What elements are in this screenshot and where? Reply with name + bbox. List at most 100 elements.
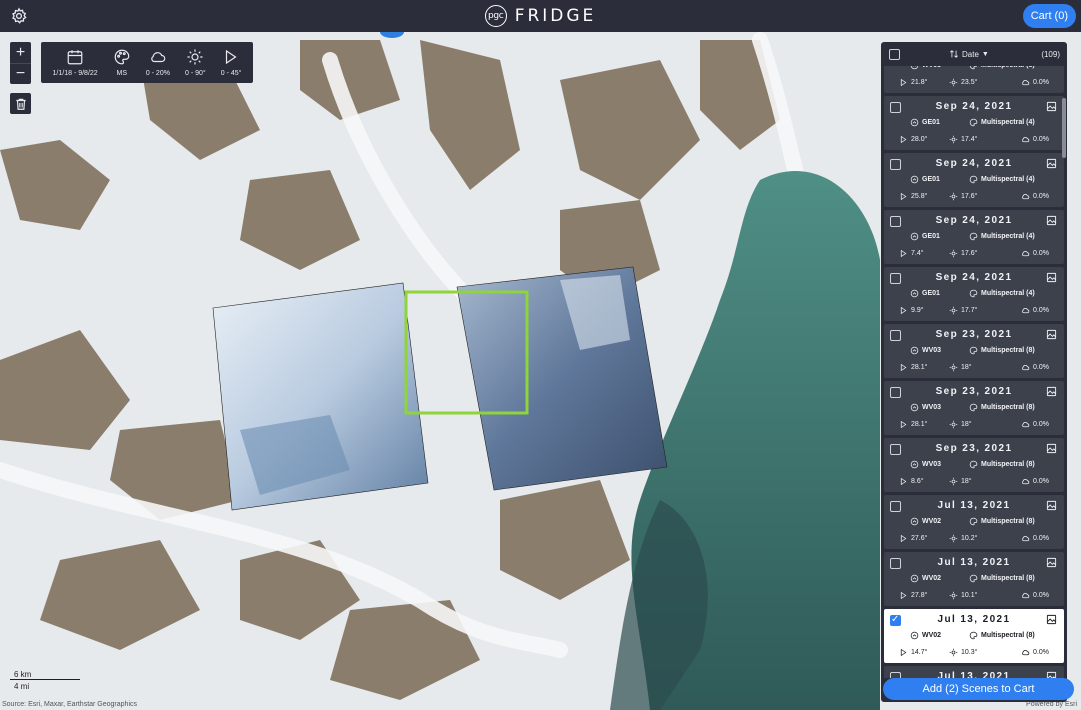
palette-icon	[969, 289, 978, 298]
image-preview-icon[interactable]	[1046, 557, 1057, 568]
result-cloud-cover: 0.0%	[1033, 478, 1049, 485]
result-satellite: GE01	[922, 233, 940, 240]
scale-bar: 6 km 4 mi	[10, 670, 82, 692]
off-nadir-icon	[900, 649, 907, 656]
image-preview-icon[interactable]	[1046, 500, 1057, 511]
result-bands: Multispectral (8)	[981, 66, 1035, 69]
image-preview-icon[interactable]	[1046, 329, 1057, 340]
result-off-nadir: 8.6°	[911, 478, 924, 485]
image-preview-icon[interactable]	[1046, 272, 1057, 283]
cloud-icon	[151, 52, 166, 63]
off-nadir-icon	[900, 592, 907, 599]
satellite-icon	[910, 403, 919, 412]
scale-km: 6 km	[14, 670, 32, 679]
cloud-icon	[1022, 251, 1030, 257]
sort-label: Date	[962, 49, 979, 59]
result-card[interactable]: ✓ Jul 13, 2021 WV02 Multispectral (8) 14.7° 1…	[884, 609, 1064, 663]
cloud-icon	[1022, 479, 1030, 485]
result-satellite: WV02	[922, 518, 942, 525]
attribution-source: Source: Esri, Maxar, Earthstar Geographi…	[2, 701, 137, 708]
result-sun-elevation: 10.2°	[961, 535, 978, 542]
image-preview-icon[interactable]	[1046, 671, 1057, 678]
result-count: (109)	[1041, 50, 1060, 59]
attribution-powered-by: Powered by Esri	[1026, 701, 1077, 708]
image-preview-icon[interactable]	[1046, 614, 1057, 625]
cloud-filter[interactable]: 0 - 20%	[146, 48, 170, 77]
sun-icon	[949, 192, 958, 201]
image-preview-icon[interactable]	[1046, 443, 1057, 454]
satellite-icon	[910, 517, 919, 526]
result-card[interactable]: Sep 24, 2021 GE01 Multispectral (4) 25.8° 17…	[884, 153, 1064, 207]
off-nadir-icon	[900, 250, 907, 257]
results-list[interactable]: WV03Multispectral (8)21.8°23.5°0.0% Sep 2…	[881, 66, 1067, 678]
result-card[interactable]: Sep 23, 2021 WV03 Multispectral (8) 28.1° 18…	[884, 324, 1064, 378]
date-filter[interactable]: 1/1/18 - 9/8/22	[53, 48, 98, 77]
pgc-logo: pgc	[484, 5, 507, 27]
satellite-icon	[910, 631, 919, 640]
result-sun-elevation: 18°	[961, 364, 972, 371]
zoom-in-button[interactable]: +	[10, 42, 31, 63]
result-card[interactable]: Jul 13, 2021	[884, 666, 1064, 678]
result-date: Sep 24, 2021	[935, 101, 1013, 112]
off-nadir-filter[interactable]: 0 - 45°	[220, 48, 242, 77]
palette-icon	[969, 175, 978, 184]
sun-filter[interactable]: 0 - 90°	[185, 48, 206, 77]
sun-icon	[949, 648, 958, 657]
satellite-icon	[910, 574, 919, 583]
satellite-icon	[910, 66, 919, 70]
result-bands: Multispectral (4)	[981, 119, 1035, 126]
sort-control[interactable]: Date ▼	[949, 49, 989, 59]
result-cloud-cover: 0.0%	[1033, 307, 1049, 314]
image-preview-icon[interactable]	[1046, 215, 1057, 226]
cart-button[interactable]: Cart (0)	[1022, 4, 1076, 28]
result-card[interactable]: WV03 Multispectral (8) 21.8° 23.5° 0.0%	[884, 66, 1064, 93]
result-card[interactable]: Sep 23, 2021 WV03 Multispectral (8) 28.1° 18…	[884, 381, 1064, 435]
result-off-nadir: 14.7°	[911, 649, 928, 656]
band-filter-label: MS	[116, 70, 128, 77]
result-sun-elevation: 17.6°	[961, 250, 978, 257]
result-card[interactable]: Sep 24, 2021 GE01 Multispectral (4) 9.9° 17.…	[884, 267, 1064, 321]
sun-filter-label: 0 - 90°	[185, 70, 206, 77]
result-satellite: GE01	[922, 119, 940, 126]
result-card[interactable]: Jul 13, 2021 WV02 Multispectral (8) 27.8° 10…	[884, 552, 1064, 606]
sun-icon	[949, 78, 958, 87]
add-to-cart-button[interactable]: Add (2) Scenes to Cart	[883, 678, 1074, 700]
result-satellite: WV03	[922, 404, 942, 411]
zoom-out-button[interactable]: −	[10, 63, 31, 84]
sun-icon	[949, 534, 958, 543]
cloud-icon	[1022, 194, 1030, 200]
result-cloud-cover: 0.0%	[1033, 250, 1049, 257]
result-card[interactable]: Jul 13, 2021 WV02 Multispectral (8) 27.6° 10…	[884, 495, 1064, 549]
satellite-icon	[910, 175, 919, 184]
band-filter[interactable]: MS	[113, 48, 131, 77]
off-nadir-filter-label: 0 - 45°	[220, 70, 242, 77]
image-preview-icon[interactable]	[1046, 158, 1057, 169]
image-preview-icon[interactable]	[1046, 386, 1057, 397]
palette-icon	[969, 118, 978, 127]
result-card[interactable]: Sep 24, 2021 GE01 Multispectral (4) 28.0° 17…	[884, 96, 1064, 150]
cloud-icon	[1022, 80, 1030, 86]
result-bands: Multispectral (8)	[981, 404, 1035, 411]
result-card[interactable]: Sep 24, 2021 GE01 Multispectral (4) 7.4° 17.…	[884, 210, 1064, 264]
select-all-checkbox[interactable]	[889, 48, 900, 60]
gear-icon[interactable]	[10, 7, 28, 25]
off-nadir-icon	[900, 136, 907, 143]
result-bands: Multispectral (4)	[981, 290, 1035, 297]
cloud-icon	[1022, 650, 1030, 656]
scrollbar[interactable]	[1062, 98, 1066, 158]
result-satellite: GE01	[922, 176, 940, 183]
results-panel: Date ▼ (109) WV03 Multispectral (8) 21.8° 2…	[881, 42, 1067, 702]
results-header: Date ▼ (109)	[881, 42, 1067, 66]
trash-button[interactable]	[10, 93, 31, 114]
result-bands: Multispectral (8)	[981, 575, 1035, 582]
off-nadir-icon	[900, 364, 907, 371]
result-sun-elevation: 18°	[961, 478, 972, 485]
result-card[interactable]: Sep 23, 2021 WV03 Multispectral (8) 8.6° 18°…	[884, 438, 1064, 492]
result-off-nadir: 7.4°	[911, 250, 924, 257]
result-cloud-cover: 0.0%	[1033, 421, 1049, 428]
result-satellite: WV03	[922, 347, 942, 354]
image-preview-icon[interactable]	[1046, 101, 1057, 112]
sun-icon	[949, 420, 958, 429]
scale-mi: 4 mi	[14, 682, 30, 691]
result-sun-elevation: 18°	[961, 421, 972, 428]
